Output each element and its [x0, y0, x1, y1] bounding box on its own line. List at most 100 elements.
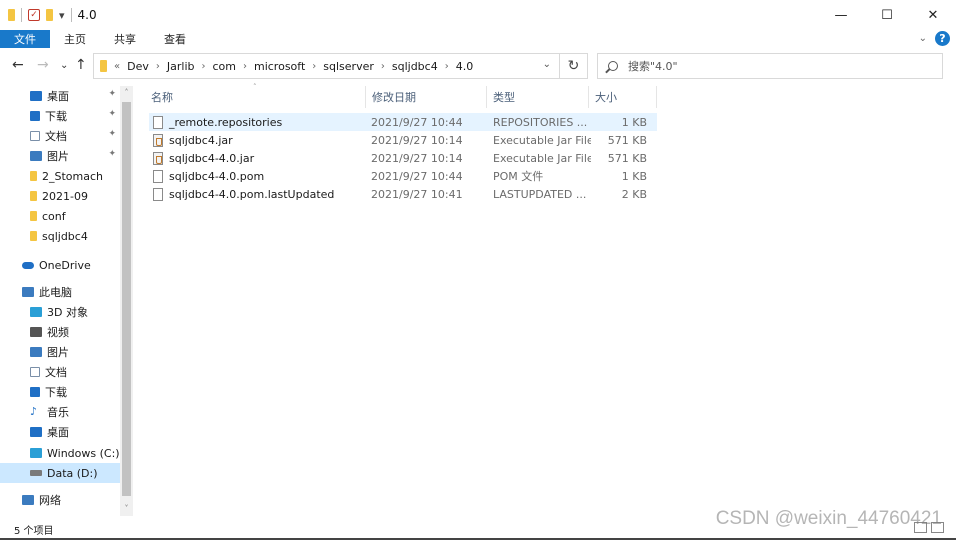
customize-quick-access-icon[interactable]: ▾ — [59, 9, 65, 22]
folder-icon — [100, 60, 107, 72]
column-headers: 名称 修改日期 类型 大小 — [145, 86, 657, 108]
search-placeholder: 搜索"4.0" — [628, 60, 678, 73]
file-size: 2 KB — [621, 187, 647, 201]
chevron-right-icon: › — [312, 60, 317, 72]
properties-icon[interactable]: ✓ — [28, 9, 40, 21]
file-icon — [153, 187, 163, 201]
file-row[interactable]: sqljdbc4-4.0.pom.lastUpdated 2021/9/27 1… — [149, 185, 657, 203]
breadcrumb-com[interactable]: com — [212, 60, 236, 73]
file-modified: 2021/9/27 10:14 — [371, 151, 463, 165]
item-count: 5 个项目 — [14, 525, 54, 537]
help-icon[interactable]: ? — [935, 31, 950, 46]
maximize-button[interactable]: ☐ — [864, 0, 910, 30]
sidebar-scrollbar[interactable]: ˄ ˅ — [120, 86, 133, 516]
music-icon: ♪ — [30, 405, 38, 418]
breadcrumb-sqljdbc4[interactable]: sqljdbc4 — [392, 60, 438, 73]
folder-icon — [30, 211, 37, 221]
window-title: 4.0 — [77, 8, 97, 22]
desktop-icon — [30, 91, 42, 101]
sidebar-item-pictures[interactable]: 图片 ✦ — [0, 146, 120, 166]
tab-home[interactable]: 主页 — [50, 30, 100, 48]
new-folder-icon[interactable] — [46, 9, 53, 21]
chevron-right-icon: › — [155, 60, 160, 72]
sidebar-item-music[interactable]: ♪ 音乐 — [0, 402, 120, 422]
close-button[interactable]: ✕ — [910, 0, 956, 30]
3d-objects-icon — [30, 307, 42, 317]
back-arrow-icon[interactable]: ← — [12, 57, 24, 73]
sidebar-item-sqljdbc4[interactable]: sqljdbc4 — [0, 226, 120, 246]
sidebar-item-network[interactable]: 网络 — [0, 490, 120, 510]
breadcrumb-jarlib[interactable]: Jarlib — [167, 60, 195, 73]
sidebar-item-documents-pc[interactable]: 文档 — [0, 362, 120, 382]
sidebar-item-2021-09[interactable]: 2021-09 — [0, 186, 120, 206]
pictures-icon — [30, 151, 42, 161]
sidebar-item-desktop-pc[interactable]: 桌面 — [0, 422, 120, 442]
file-row[interactable]: _remote.repositories 2021/9/27 10:44 REP… — [149, 113, 657, 131]
breadcrumb-current[interactable]: 4.0 — [456, 60, 474, 73]
chevron-right-icon: › — [380, 60, 385, 72]
file-modified: 2021/9/27 10:14 — [371, 133, 463, 147]
tab-view[interactable]: 查看 — [150, 30, 200, 48]
sidebar-item-3d-objects[interactable]: 3D 对象 — [0, 302, 120, 322]
desktop-icon — [30, 427, 42, 437]
breadcrumb-overflow[interactable]: « — [114, 61, 120, 72]
forward-arrow-icon[interactable]: → — [37, 57, 49, 73]
minimize-button[interactable]: — — [818, 0, 864, 30]
column-header-modified[interactable]: 修改日期 — [366, 86, 487, 108]
sidebar-item-pictures-pc[interactable]: 图片 — [0, 342, 120, 362]
scroll-thumb[interactable] — [122, 102, 131, 496]
sidebar-item-conf[interactable]: conf — [0, 206, 120, 226]
file-type: Executable Jar File — [493, 151, 591, 165]
recent-locations-icon[interactable]: ⌄ — [60, 60, 68, 71]
column-header-type[interactable]: 类型 — [487, 86, 589, 108]
onedrive-icon — [22, 261, 34, 269]
scroll-down-icon[interactable]: ˅ — [120, 502, 133, 516]
expand-ribbon-icon[interactable]: ⌄ — [919, 33, 927, 44]
scroll-up-icon[interactable]: ˄ — [120, 86, 133, 100]
chevron-right-icon: › — [242, 60, 247, 72]
tab-share[interactable]: 共享 — [100, 30, 150, 48]
sidebar-item-downloads-pc[interactable]: 下载 — [0, 382, 120, 402]
column-header-size[interactable]: 大小 — [589, 86, 657, 108]
search-icon — [608, 61, 618, 71]
breadcrumb-sqlserver[interactable]: sqlserver — [323, 60, 374, 73]
tab-file[interactable]: 文件 — [0, 30, 50, 48]
file-row[interactable]: sqljdbc4-4.0.jar 2021/9/27 10:14 Executa… — [149, 149, 657, 167]
up-arrow-icon[interactable]: ↑ — [75, 57, 87, 73]
document-icon — [30, 131, 40, 141]
ribbon-tabs: 文件 主页 共享 查看 ⌄ ? — [0, 30, 956, 48]
windows-drive-icon — [30, 448, 42, 458]
pin-icon: ✦ — [108, 109, 116, 119]
folder-icon — [30, 191, 37, 201]
sidebar-item-documents[interactable]: 文档 ✦ — [0, 126, 120, 146]
pictures-icon — [30, 347, 42, 357]
folder-icon — [30, 171, 37, 181]
file-modified: 2021/9/27 10:44 — [371, 169, 463, 183]
search-box[interactable]: 搜索"4.0" — [597, 53, 943, 79]
pin-icon: ✦ — [108, 129, 116, 139]
refresh-button[interactable]: ↻ — [560, 53, 588, 79]
file-type: POM 文件 — [493, 170, 544, 183]
sidebar-item-data-d[interactable]: Data (D:) — [0, 463, 120, 483]
breadcrumb-microsoft[interactable]: microsoft — [254, 60, 305, 73]
sidebar-item-videos[interactable]: 视频 — [0, 322, 120, 342]
download-icon — [30, 111, 40, 121]
breadcrumb-dev[interactable]: Dev — [127, 60, 149, 73]
sidebar-item-downloads[interactable]: 下载 ✦ — [0, 106, 120, 126]
sidebar-item-desktop[interactable]: 桌面 ✦ — [0, 86, 120, 106]
file-modified: 2021/9/27 10:41 — [371, 187, 463, 201]
address-bar[interactable]: « Dev › Jarlib › com › microsoft › sqlse… — [93, 53, 560, 79]
sidebar-item-windows-c[interactable]: Windows (C:) — [0, 443, 120, 463]
sidebar-item-2-stomach[interactable]: 2_Stomach — [0, 166, 120, 186]
window-controls: — ☐ ✕ — [818, 0, 956, 30]
sidebar-item-this-pc[interactable]: 此电脑 — [0, 282, 120, 302]
divider — [70, 8, 72, 22]
address-dropdown-icon[interactable]: ⌄ — [543, 59, 551, 70]
network-icon — [22, 495, 34, 505]
navigation-pane: 桌面 ✦ 下载 ✦ 文档 ✦ 图片 ✦ 2_Stomach 2021-09 conf s… — [0, 86, 120, 516]
videos-icon — [30, 327, 42, 337]
column-header-name[interactable]: 名称 — [145, 86, 366, 108]
file-row[interactable]: sqljdbc4.jar 2021/9/27 10:14 Executable … — [149, 131, 657, 149]
file-row[interactable]: sqljdbc4-4.0.pom 2021/9/27 10:44 POM 文件 … — [149, 167, 657, 185]
sidebar-item-onedrive[interactable]: OneDrive — [0, 255, 120, 275]
